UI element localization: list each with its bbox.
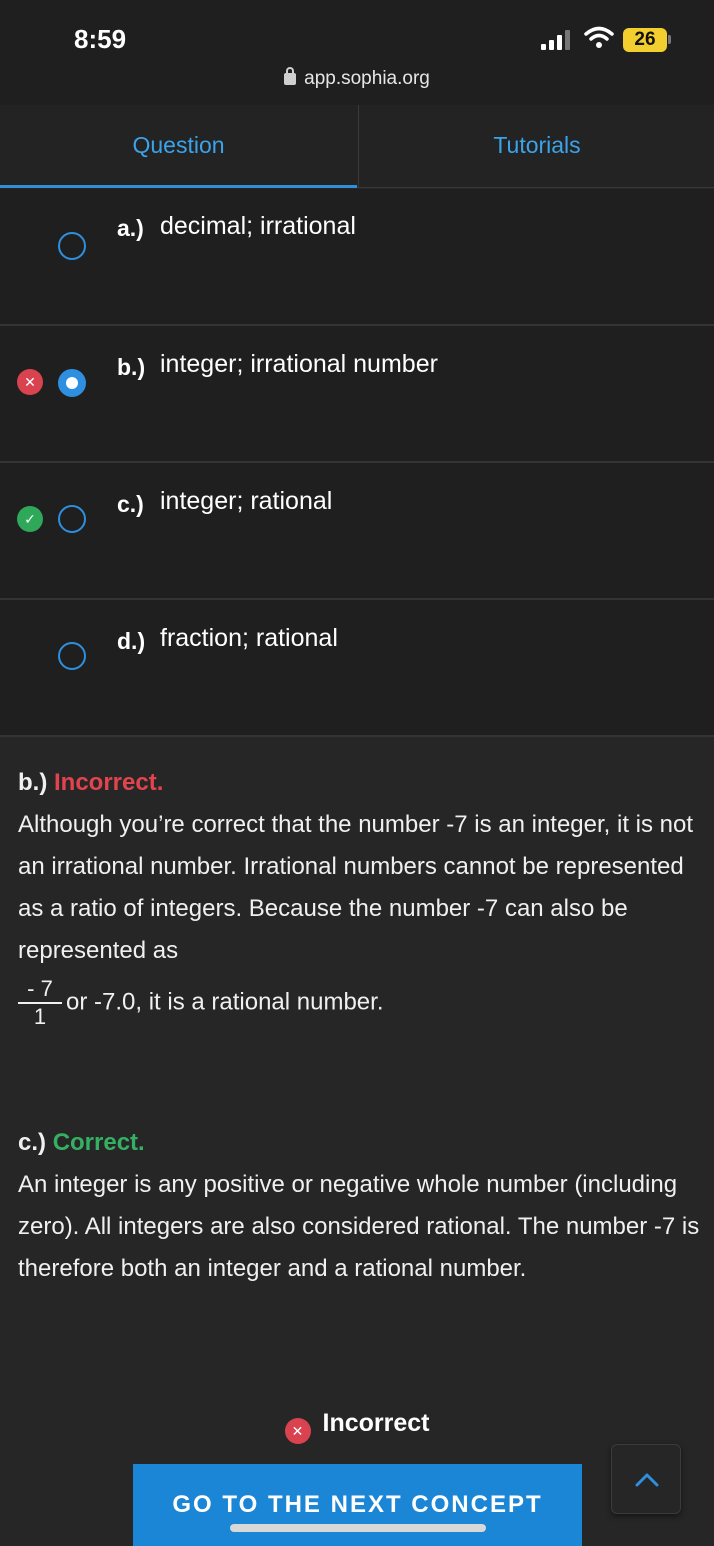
radio-button[interactable] (58, 232, 86, 260)
fraction-numerator: - 7 (18, 976, 62, 1004)
tab-tutorials[interactable]: Tutorials (358, 105, 714, 188)
option-letter: d.) (117, 628, 146, 654)
feedback-body: An integer is any positive or negative w… (18, 1171, 700, 1282)
result-status: ✕ Incorrect (0, 1409, 714, 1444)
chevron-up-icon (635, 1473, 659, 1487)
feedback-verdict: Incorrect. (54, 769, 164, 796)
feedback-body: Although you’re correct that the number … (18, 811, 694, 964)
fraction-denominator: 1 (33, 1004, 47, 1029)
answer-option-c[interactable]: ✓ c.) integer; rational (0, 463, 714, 600)
feedback-letter: b.) (18, 769, 48, 796)
url-bar[interactable]: app.sophia.org (0, 67, 714, 90)
fraction: - 7 1 (18, 976, 62, 1030)
scroll-to-top-button[interactable] (611, 1444, 681, 1514)
option-text: fraction; rational (160, 624, 338, 652)
battery-icon: 26 (623, 28, 667, 52)
lock-icon (284, 67, 297, 85)
option-text: integer; irrational number (160, 350, 438, 378)
battery-nub (668, 35, 671, 44)
signal-icon (541, 30, 575, 50)
radio-button[interactable] (58, 505, 86, 533)
wifi-icon (584, 26, 614, 48)
radio-button[interactable] (58, 369, 86, 397)
tab-bar: Question Tutorials (0, 105, 714, 188)
option-text: integer; rational (160, 487, 333, 515)
option-letter: a.) (117, 215, 144, 241)
feedback-tail-line: - 7 1 or -7.0, it is a rational number. (18, 976, 708, 1030)
answer-option-d[interactable]: d.) fraction; rational (0, 600, 714, 737)
feedback-correct: c.) Correct. An integer is any positive … (18, 1122, 708, 1290)
check-circle-icon: ✓ (17, 506, 43, 532)
clock: 8:59 (74, 24, 127, 54)
option-letter: c.) (117, 491, 144, 517)
tab-question[interactable]: Question (0, 105, 357, 188)
x-circle-icon: ✕ (17, 369, 43, 395)
feedback-tail: or -7.0, it is a rational number. (66, 988, 384, 1016)
url-text: app.sophia.org (304, 68, 430, 89)
answer-option-b[interactable]: ✕ b.) integer; irrational number (0, 326, 714, 463)
feedback-heading: b.) Incorrect. (18, 762, 708, 804)
radio-button[interactable] (58, 642, 86, 670)
next-concept-button[interactable]: GO TO THE NEXT CONCEPT (133, 1464, 582, 1546)
option-text: decimal; irrational (160, 212, 356, 240)
option-letter: b.) (117, 354, 146, 380)
feedback-letter: c.) (18, 1129, 47, 1156)
result-label: Incorrect (322, 1409, 430, 1437)
home-indicator (230, 1524, 486, 1532)
feedback-incorrect: b.) Incorrect. Although you’re correct t… (18, 762, 708, 1030)
feedback-heading: c.) Correct. (18, 1122, 708, 1164)
feedback-verdict: Correct. (52, 1129, 145, 1156)
answer-option-a[interactable]: a.) decimal; irrational (0, 189, 714, 326)
x-circle-icon: ✕ (284, 1418, 311, 1444)
status-bar: 8:59 26 app.sophia.org (0, 0, 714, 105)
